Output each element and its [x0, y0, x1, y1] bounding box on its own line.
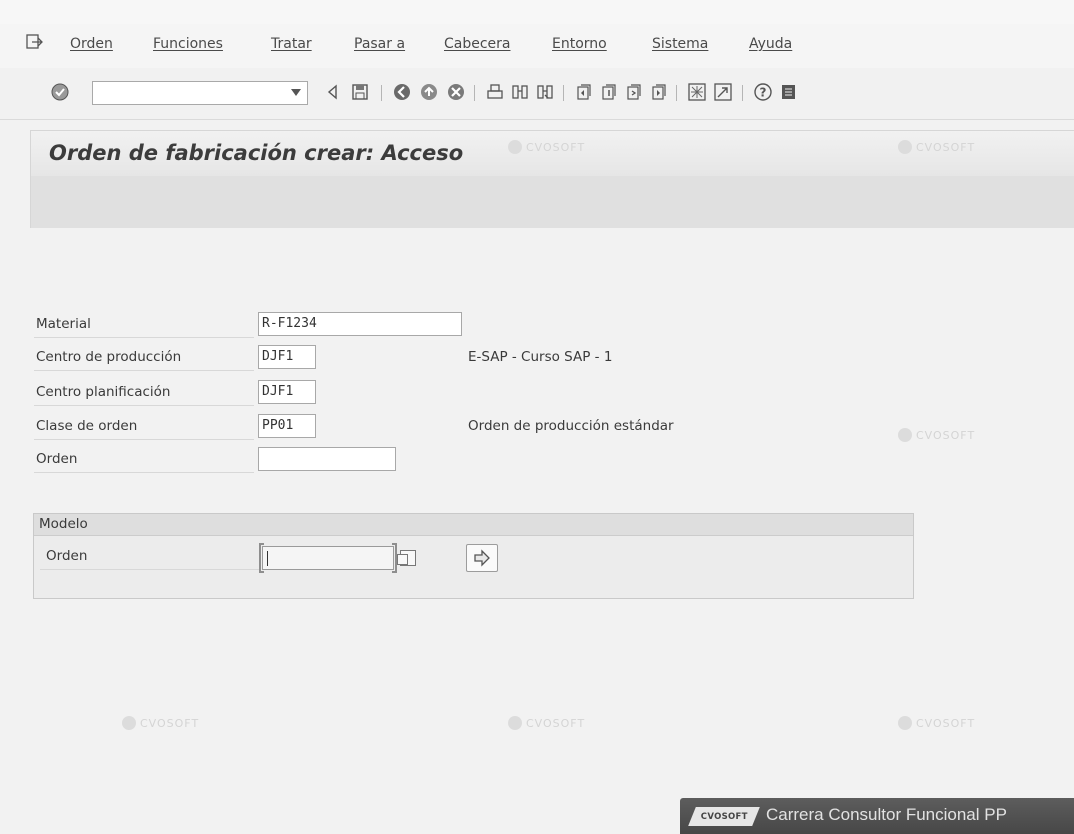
- print-icon[interactable]: [485, 82, 505, 102]
- order-type-description: Orden de producción estándar: [468, 418, 674, 434]
- model-order-row: Orden: [40, 544, 260, 570]
- menu-tratar[interactable]: Tratar: [271, 36, 312, 52]
- model-group-header: Modelo: [34, 514, 913, 536]
- form-row-order: Orden: [34, 447, 254, 473]
- svg-text:?: ?: [760, 86, 767, 100]
- form-row-planning-plant: Centro planificación: [34, 380, 254, 406]
- model-order-label: Orden: [46, 548, 88, 564]
- cvosoft-logo: CVOSOFT: [688, 807, 760, 826]
- course-banner: CVOSOFT Carrera Consultor Funcional PP: [680, 798, 1074, 834]
- find-icon[interactable]: [510, 82, 530, 102]
- plant-field[interactable]: DJF1: [258, 345, 316, 369]
- plant-label: Centro de producción: [36, 349, 182, 365]
- watermark-logo-icon: [898, 428, 912, 442]
- form-row-material: Material: [34, 312, 254, 338]
- toolbar-separator: [474, 85, 475, 101]
- planning-plant-field[interactable]: DJF1: [258, 380, 316, 404]
- watermark-logo-icon: [508, 140, 522, 154]
- model-order-field[interactable]: [259, 543, 397, 573]
- menu-bar: Orden Funciones Tratar Pasar a Cabecera …: [0, 24, 1074, 68]
- first-page-icon[interactable]: [574, 82, 594, 102]
- watermark-logo-icon: [122, 716, 136, 730]
- watermark-logo-icon: [508, 716, 522, 730]
- enter-icon[interactable]: [50, 82, 70, 102]
- model-group-title: Modelo: [39, 516, 88, 532]
- watermark-logo-icon: [898, 716, 912, 730]
- back-icon[interactable]: [392, 82, 412, 102]
- standard-toolbar: ?: [0, 68, 1074, 120]
- material-field[interactable]: R-F1234: [258, 312, 462, 336]
- menu-sistema[interactable]: Sistema: [652, 36, 708, 52]
- cancel-icon[interactable]: [446, 82, 466, 102]
- watermark-text: CVOSOFT: [526, 717, 586, 730]
- watermark-text: CVOSOFT: [916, 141, 976, 154]
- exit-icon[interactable]: [419, 82, 439, 102]
- application-toolbar: [30, 176, 1074, 228]
- menu-pasar-a[interactable]: Pasar a: [354, 36, 405, 52]
- menu-funciones[interactable]: Funciones: [153, 36, 223, 52]
- find-next-icon[interactable]: [535, 82, 555, 102]
- menu-cabecera[interactable]: Cabecera: [444, 36, 511, 52]
- model-group: Modelo Orden: [33, 513, 914, 599]
- menu-ayuda[interactable]: Ayuda: [749, 36, 792, 52]
- text-cursor: [267, 551, 268, 566]
- form-row-order-type: Clase de orden: [34, 414, 254, 440]
- watermark-text: CVOSOFT: [916, 717, 976, 730]
- watermark-text: CVOSOFT: [526, 141, 586, 154]
- layout-icon[interactable]: [779, 82, 799, 102]
- next-page-icon[interactable]: [624, 82, 644, 102]
- shortcut-icon[interactable]: [713, 82, 733, 102]
- command-field-dropdown-icon[interactable]: [291, 89, 301, 96]
- watermark-text: CVOSOFT: [916, 429, 976, 442]
- menu-orden[interactable]: Orden: [70, 36, 113, 52]
- order-type-field[interactable]: PP01: [258, 414, 316, 438]
- toolbar-separator: [381, 85, 382, 101]
- cvosoft-logo-text: CVOSOFT: [700, 811, 748, 822]
- order-type-label: Clase de orden: [36, 418, 138, 434]
- order-label: Orden: [36, 451, 78, 467]
- value-help-icon[interactable]: [397, 550, 416, 566]
- help-icon[interactable]: ?: [753, 82, 773, 102]
- toolbar-separator: [563, 85, 564, 101]
- watermark-logo-icon: [898, 140, 912, 154]
- command-field[interactable]: [92, 81, 308, 105]
- form-row-plant: Centro de producción: [34, 345, 254, 371]
- watermark-text: CVOSOFT: [140, 717, 200, 730]
- focus-bracket-left: [259, 543, 264, 573]
- arrow-right-icon: [474, 549, 490, 567]
- menu-entorno[interactable]: Entorno: [552, 36, 607, 52]
- planning-plant-label: Centro planificación: [36, 384, 171, 400]
- plant-description: E-SAP - Curso SAP - 1: [468, 349, 613, 365]
- back-arrow-icon[interactable]: [322, 82, 342, 102]
- toolbar-separator: [676, 85, 677, 101]
- order-field[interactable]: [258, 447, 396, 471]
- toolbar-separator: [742, 85, 743, 101]
- create-session-icon[interactable]: [687, 82, 707, 102]
- menu-exit-icon[interactable]: [26, 34, 44, 50]
- copy-model-button[interactable]: [466, 544, 498, 572]
- material-label: Material: [36, 316, 91, 332]
- save-icon[interactable]: [350, 82, 370, 102]
- window-frame: [0, 0, 1074, 24]
- course-banner-text: Carrera Consultor Funcional PP: [766, 805, 1007, 824]
- last-page-icon[interactable]: [649, 82, 669, 102]
- page-title: Orden de fabricación crear: Acceso: [49, 141, 464, 165]
- previous-page-icon[interactable]: [599, 82, 619, 102]
